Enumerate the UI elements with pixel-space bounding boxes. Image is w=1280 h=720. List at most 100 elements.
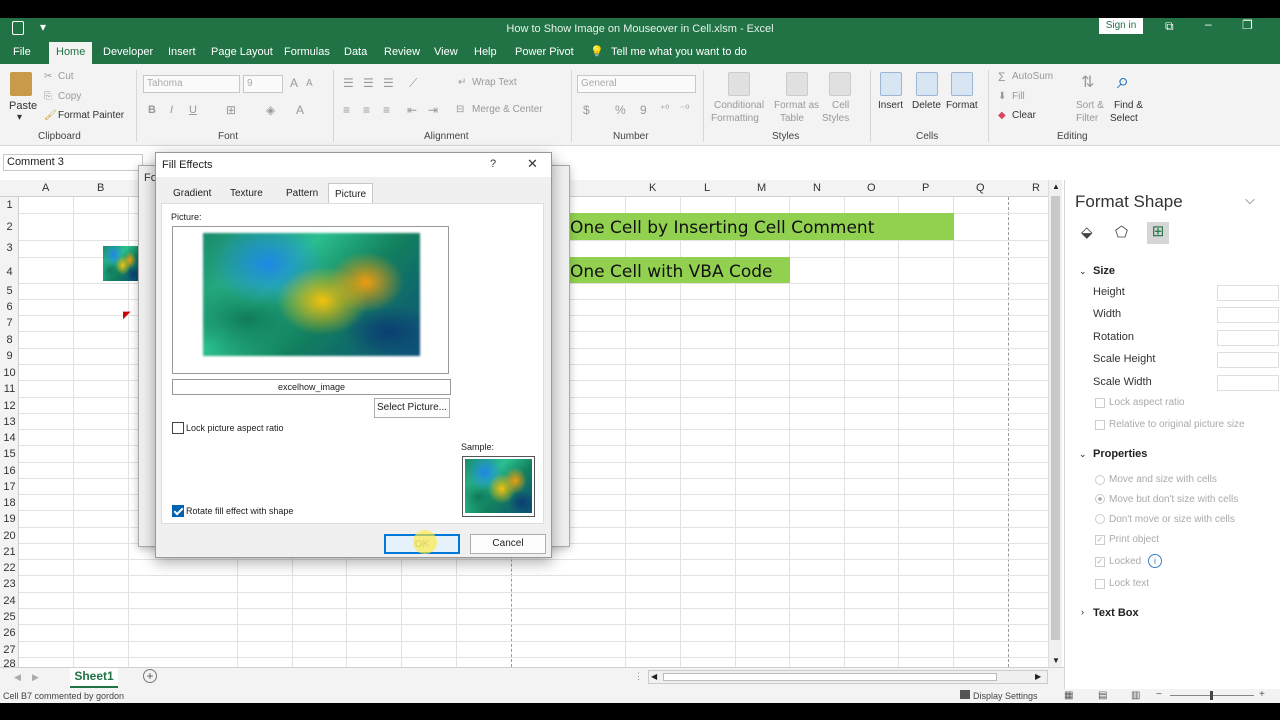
row-header-11[interactable]: 11 <box>0 383 19 395</box>
autosum-button[interactable]: AutoSum <box>1012 71 1053 82</box>
move-no-size-radio[interactable] <box>1095 494 1105 504</box>
tab-formulas[interactable]: Formulas <box>284 46 330 58</box>
row-header-12[interactable]: 12 <box>0 400 19 412</box>
fill-button[interactable]: Fill <box>1012 91 1025 102</box>
scale-height-input[interactable] <box>1217 352 1279 368</box>
find-select-line1[interactable]: Find & <box>1114 100 1143 111</box>
scroll-down-icon[interactable]: ▼ <box>1052 656 1060 665</box>
copy-button[interactable]: Copy <box>58 91 81 102</box>
text-box-expand-icon[interactable]: › <box>1081 607 1084 617</box>
tell-me-search[interactable]: Tell me what you want to do <box>611 46 747 58</box>
row-header-14[interactable]: 14 <box>0 432 19 444</box>
column-header-b[interactable]: B <box>97 182 104 194</box>
cell-row4-text[interactable]: One Cell with VBA Code <box>568 257 790 283</box>
effects-icon[interactable]: ⬠ <box>1115 223 1128 241</box>
cell-styles-line1[interactable]: Cell <box>832 100 849 111</box>
conditional-formatting-line2[interactable]: Formatting <box>711 113 759 124</box>
column-header-r[interactable]: R <box>1032 182 1040 194</box>
column-header-q[interactable]: Q <box>976 182 985 194</box>
decrease-decimal-icon[interactable]: ⁻⁰ <box>680 104 689 115</box>
column-header-p[interactable]: P <box>922 182 929 194</box>
row-header-15[interactable]: 15 <box>0 448 19 460</box>
underline-button[interactable]: U <box>189 104 197 116</box>
row-header-5[interactable]: 5 <box>0 285 19 297</box>
size-properties-icon[interactable]: ⊞ <box>1147 222 1169 244</box>
insert-cells-button[interactable]: Insert <box>878 100 903 111</box>
fill-icon[interactable]: ⬇ <box>998 91 1006 102</box>
column-header-o[interactable]: O <box>867 182 876 194</box>
cell-styles-icon[interactable] <box>829 72 851 96</box>
format-painter-icon[interactable]: 🖌 <box>44 110 57 121</box>
paste-icon[interactable] <box>10 72 32 96</box>
scroll-right-icon[interactable]: ▶ <box>1035 672 1041 681</box>
tab-picture[interactable]: Picture <box>328 183 374 204</box>
display-settings-button[interactable]: Display Settings <box>973 691 1038 701</box>
tab-file[interactable]: File <box>13 46 31 58</box>
paste-button[interactable]: Paste <box>9 100 37 112</box>
bold-button[interactable]: B <box>148 104 156 116</box>
row-header-2[interactable]: 2 <box>0 221 19 233</box>
sort-filter-icon[interactable]: ⇅ <box>1081 72 1094 92</box>
row-header-1[interactable]: 1 <box>0 199 19 211</box>
fill-color-icon[interactable]: ◈ <box>266 103 275 117</box>
scale-width-input[interactable] <box>1217 375 1279 391</box>
align-left-icon[interactable]: ≡ <box>343 103 350 117</box>
column-header-m[interactable]: M <box>757 182 766 194</box>
row-header-17[interactable]: 17 <box>0 481 19 493</box>
column-header-n[interactable]: N <box>813 182 821 194</box>
row-header-22[interactable]: 22 <box>0 562 19 574</box>
autosum-icon[interactable]: Σ <box>998 70 1005 84</box>
format-painter-button[interactable]: Format Painter <box>58 110 124 121</box>
next-sheet-icon[interactable]: ▶ <box>32 672 39 683</box>
row-header-6[interactable]: 6 <box>0 301 19 313</box>
horizontal-scroll-thumb[interactable] <box>663 673 997 681</box>
orientation-icon[interactable]: ⟋ <box>409 76 417 91</box>
find-select-line2[interactable]: Select <box>1110 113 1138 124</box>
zoom-in-icon[interactable]: + <box>1259 689 1265 700</box>
fill-line-icon[interactable]: ⬙ <box>1081 223 1093 241</box>
merge-center-button[interactable]: Merge & Center <box>472 104 543 115</box>
sign-in-button[interactable]: Sign in <box>1099 18 1143 34</box>
bottom-align-icon[interactable]: ☰ <box>383 76 394 90</box>
increase-indent-icon[interactable]: ⇥ <box>428 103 438 117</box>
zoom-slider-thumb[interactable] <box>1210 691 1213 700</box>
row-header-18[interactable]: 18 <box>0 497 19 509</box>
sort-filter-line2[interactable]: Filter <box>1076 113 1098 124</box>
column-header-l[interactable]: L <box>704 182 710 194</box>
cell-image-thumbnail[interactable] <box>103 246 139 281</box>
row-header-8[interactable]: 8 <box>0 334 19 346</box>
normal-view-icon[interactable]: ▦ <box>1064 690 1073 701</box>
info-icon[interactable]: i <box>1148 554 1162 568</box>
row-header-21[interactable]: 21 <box>0 546 19 558</box>
horizontal-scrollbar[interactable]: ◀ ▶ <box>648 670 1048 684</box>
row-header-3[interactable]: 3 <box>0 242 19 254</box>
page-layout-view-icon[interactable]: ▤ <box>1098 690 1107 701</box>
conditional-formatting-icon[interactable] <box>728 72 750 96</box>
paste-dropdown-icon[interactable]: ▾ <box>17 112 22 123</box>
properties-collapse-icon[interactable]: ⌄ <box>1079 449 1087 460</box>
row-header-7[interactable]: 7 <box>0 317 19 329</box>
width-input[interactable] <box>1217 307 1279 323</box>
cut-icon[interactable]: ✂ <box>44 71 52 82</box>
percent-button[interactable]: % <box>615 103 626 117</box>
relative-original-checkbox[interactable] <box>1095 420 1105 430</box>
comma-style-button[interactable]: 9 <box>640 103 647 117</box>
align-center-icon[interactable]: ≡ <box>363 103 370 117</box>
scroll-up-icon[interactable]: ▲ <box>1052 182 1060 191</box>
ribbon-display-icon[interactable]: ⧉ <box>1165 19 1174 34</box>
middle-align-icon[interactable]: ☰ <box>363 76 374 90</box>
font-name-box[interactable]: Tahoma <box>143 75 240 93</box>
currency-button[interactable]: $ <box>583 103 590 117</box>
cell-styles-line2[interactable]: Styles <box>822 113 849 124</box>
tab-pattern[interactable]: Pattern <box>280 183 324 203</box>
cancel-button[interactable]: Cancel <box>470 534 546 554</box>
print-object-checkbox[interactable]: ✓ <box>1095 535 1105 545</box>
number-format-box[interactable]: General <box>577 75 696 93</box>
cut-button[interactable]: Cut <box>58 71 74 82</box>
tab-insert[interactable]: Insert <box>168 46 196 58</box>
row-header-9[interactable]: 9 <box>0 350 19 362</box>
row-header-26[interactable]: 26 <box>0 627 19 639</box>
sheet-tab-sheet1[interactable]: Sheet1 <box>70 668 118 688</box>
font-size-box[interactable]: 9 <box>243 75 283 93</box>
top-align-icon[interactable]: ☰ <box>343 76 354 90</box>
